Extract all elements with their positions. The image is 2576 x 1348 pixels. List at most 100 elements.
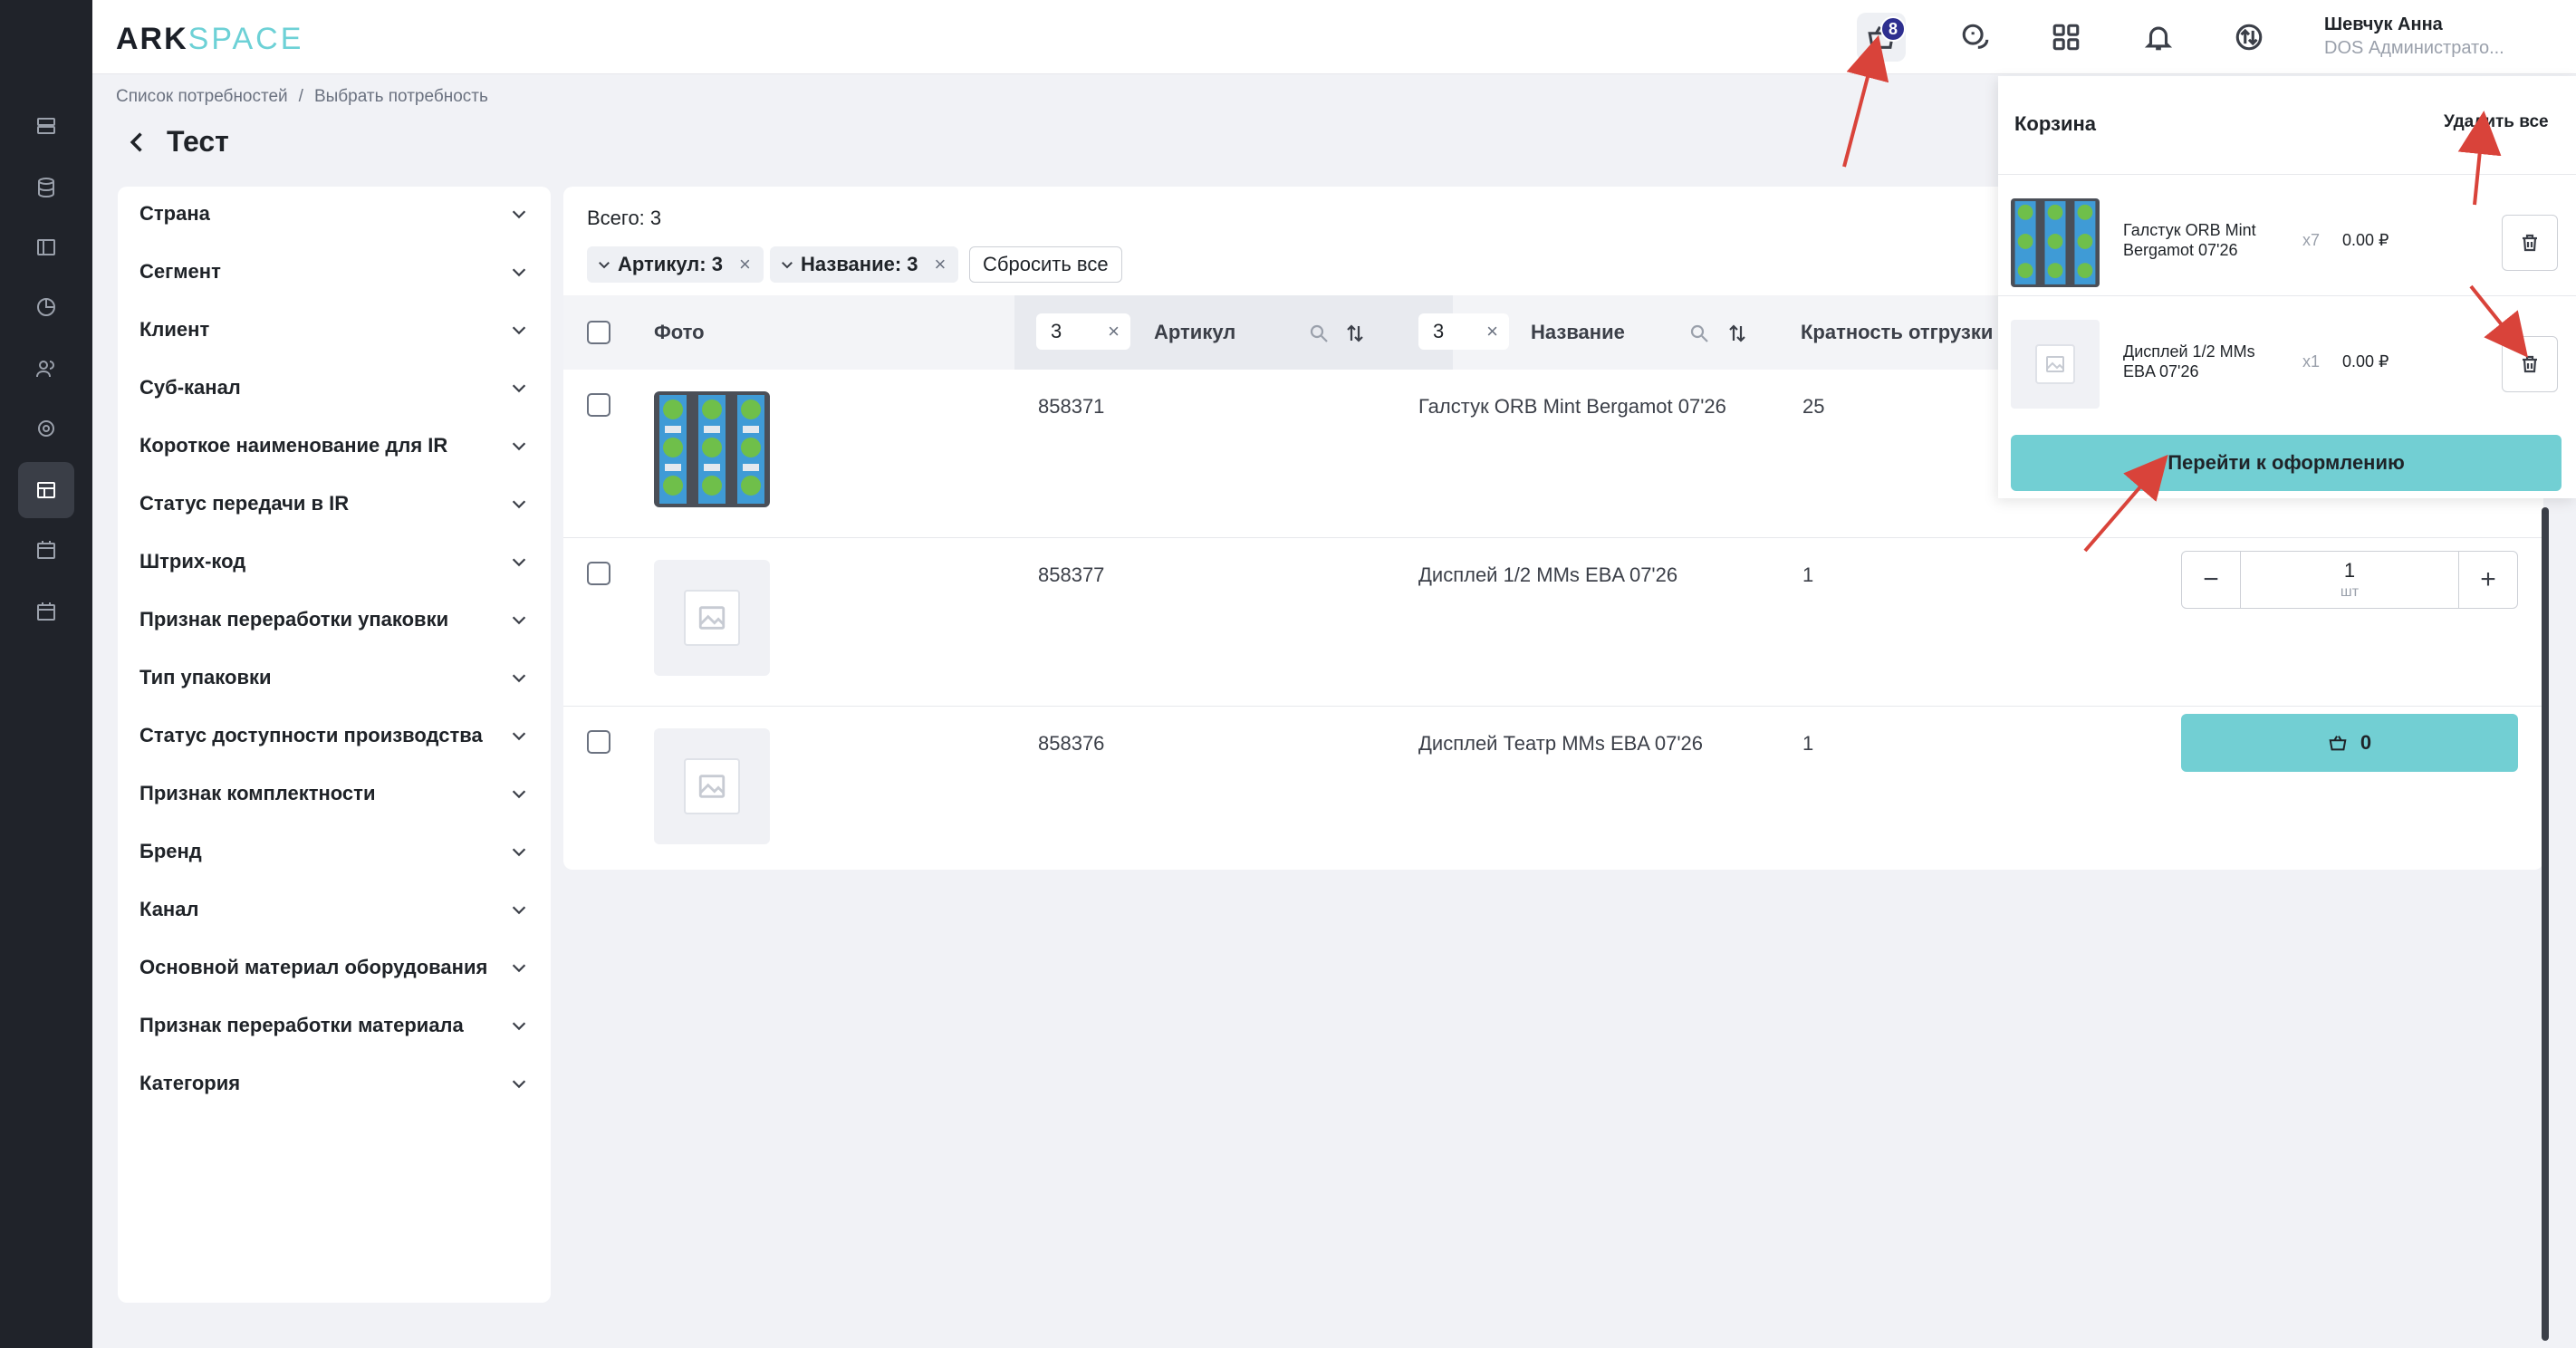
breadcrumb-item-select-need: Выбрать потребность (313, 87, 488, 106)
notifications-button[interactable] (2134, 13, 2183, 62)
quantity-stepper: − 1 шт + (2181, 551, 2518, 609)
cart-item-name: Галстук ORB Mint Bergamot 07'26 (2123, 221, 2256, 259)
sidebar-layout-icon[interactable] (18, 219, 74, 275)
filter-equipment-material[interactable]: Основной материал оборудования (139, 949, 529, 986)
image-placeholder[interactable] (654, 560, 770, 676)
chevron-down-icon (512, 442, 526, 451)
select-all-checkbox[interactable] (587, 321, 610, 344)
scrollbar[interactable] (2542, 507, 2549, 1341)
chevron-down-icon (512, 268, 526, 277)
cart-item-qty: x7 (2302, 231, 2321, 249)
filter-segment[interactable]: Сегмент (139, 254, 529, 290)
filter-chip-article[interactable]: Артикул: 3 × (587, 246, 764, 283)
total-count: Всего: 3 (587, 207, 662, 229)
filter-material-recycling[interactable]: Признак переработки материала (139, 1007, 529, 1044)
filter-packaging-recycling[interactable]: Признак переработки упаковки (139, 602, 529, 638)
back-arrow-icon[interactable] (125, 130, 150, 155)
cart-item-name: Дисплей 1/2 MMs EBA 07'26 (2123, 342, 2255, 380)
row-name: Дисплей Театр MMs EBA 07'26 (1418, 732, 1704, 755)
filter-category[interactable]: Категория (139, 1065, 529, 1102)
table-row: 858377 Дисплей 1/2 MMs EBA 07'26 1 − 1 ш… (563, 538, 2543, 707)
filter-brand[interactable]: Бренд (139, 833, 529, 870)
chevron-down-icon (512, 616, 526, 625)
add-to-cart-button[interactable]: 0 (2181, 714, 2518, 772)
search-icon[interactable] (1308, 323, 1330, 344)
row-article: 858371 (1038, 395, 1105, 418)
checkout-button[interactable]: Перейти к оформлению (2011, 435, 2562, 491)
page-title-text: Тест (167, 125, 229, 158)
increment-button[interactable]: + (2459, 552, 2517, 608)
basket-icon (2329, 736, 2347, 751)
cart-item-price: 0.00 ₽ (2342, 231, 2389, 249)
column-name: Название (1531, 321, 1625, 343)
chat-button[interactable] (1951, 13, 2000, 62)
trash-icon (2523, 234, 2537, 252)
sidebar-calendar-alt-icon[interactable] (18, 583, 74, 640)
row-article: 858376 (1038, 732, 1105, 755)
article-column-filter[interactable]: 3 × (1036, 313, 1130, 350)
app-logo[interactable]: ARKSPACE (116, 22, 303, 57)
cart-button[interactable]: 8 (1857, 13, 1906, 62)
filter-ir-status[interactable]: Статус передачи в IR (139, 486, 529, 522)
cart-item-photo (2011, 198, 2100, 287)
chevron-down-icon (512, 210, 526, 219)
sidebar-needs-icon[interactable] (18, 462, 74, 518)
filter-client[interactable]: Клиент (139, 312, 529, 348)
sidebar-calendar-icon[interactable] (18, 522, 74, 578)
column-article: Артикул (1154, 321, 1236, 343)
quantity-input[interactable]: 1 шт (2240, 552, 2459, 608)
chevron-down-icon (599, 262, 610, 269)
delete-cart-item-button[interactable] (2502, 215, 2558, 271)
filter-chip-name[interactable]: Название: 3 × (770, 246, 959, 283)
row-article: 858377 (1038, 563, 1105, 586)
row-checkbox[interactable] (587, 562, 610, 585)
apps-button[interactable] (2042, 13, 2091, 62)
user-name[interactable]: Шевчук Анна (2324, 14, 2443, 35)
search-icon[interactable] (1688, 323, 1710, 344)
sync-button[interactable] (2225, 13, 2273, 62)
page-title: Тест (125, 125, 229, 159)
close-icon[interactable]: × (739, 253, 751, 276)
bell-icon (2144, 26, 2173, 51)
sidebar-users-icon[interactable] (18, 341, 74, 397)
breadcrumb-item-needs-list[interactable]: Список потребностей (116, 87, 288, 106)
sidebar-chart-icon[interactable] (18, 279, 74, 335)
chevron-down-icon (512, 1080, 526, 1089)
sidebar-list-icon[interactable] (18, 98, 74, 154)
sidebar-settings-icon[interactable] (18, 400, 74, 457)
close-icon[interactable]: × (1108, 320, 1120, 343)
close-icon[interactable]: × (935, 253, 947, 276)
sort-icon[interactable] (1726, 323, 1748, 344)
chevron-down-icon (512, 500, 526, 509)
image-icon (2046, 356, 2064, 372)
close-icon[interactable]: × (1486, 320, 1498, 343)
decrement-button[interactable]: − (2182, 552, 2240, 608)
row-checkbox[interactable] (587, 393, 610, 417)
sidebar (0, 0, 92, 1348)
chevron-down-icon (512, 674, 526, 683)
chevron-down-icon (782, 262, 793, 269)
table-row: 858376 Дисплей Театр MMs EBA 07'26 1 0 (563, 707, 2543, 870)
filter-production-availability[interactable]: Статус доступности производства (139, 717, 529, 754)
name-column-filter[interactable]: 3 × (1418, 313, 1509, 350)
reset-all-button[interactable]: Сбросить все (969, 246, 1122, 283)
sort-icon[interactable] (1344, 323, 1366, 344)
row-checkbox[interactable] (587, 730, 610, 754)
filter-subchannel[interactable]: Суб-канал (139, 370, 529, 406)
image-icon (698, 775, 726, 798)
image-placeholder[interactable] (654, 728, 770, 844)
delete-cart-item-button[interactable] (2502, 336, 2558, 392)
chevron-down-icon (512, 326, 526, 335)
filter-short-name-ir[interactable]: Короткое наименование для IR (139, 428, 529, 464)
filter-packaging-type[interactable]: Тип упаковки (139, 660, 529, 696)
chevron-down-icon (512, 906, 526, 915)
filter-barcode[interactable]: Штрих-код (139, 544, 529, 580)
product-photo[interactable] (654, 391, 770, 507)
filter-completeness[interactable]: Признак комплектности (139, 775, 529, 812)
clear-cart-button[interactable]: Удалить все (2444, 112, 2549, 132)
filter-country[interactable]: Страна (139, 196, 529, 232)
filter-channel[interactable]: Канал (139, 891, 529, 928)
trash-icon (2523, 355, 2537, 373)
chevron-down-icon (512, 732, 526, 741)
sidebar-database-icon[interactable] (18, 159, 74, 216)
